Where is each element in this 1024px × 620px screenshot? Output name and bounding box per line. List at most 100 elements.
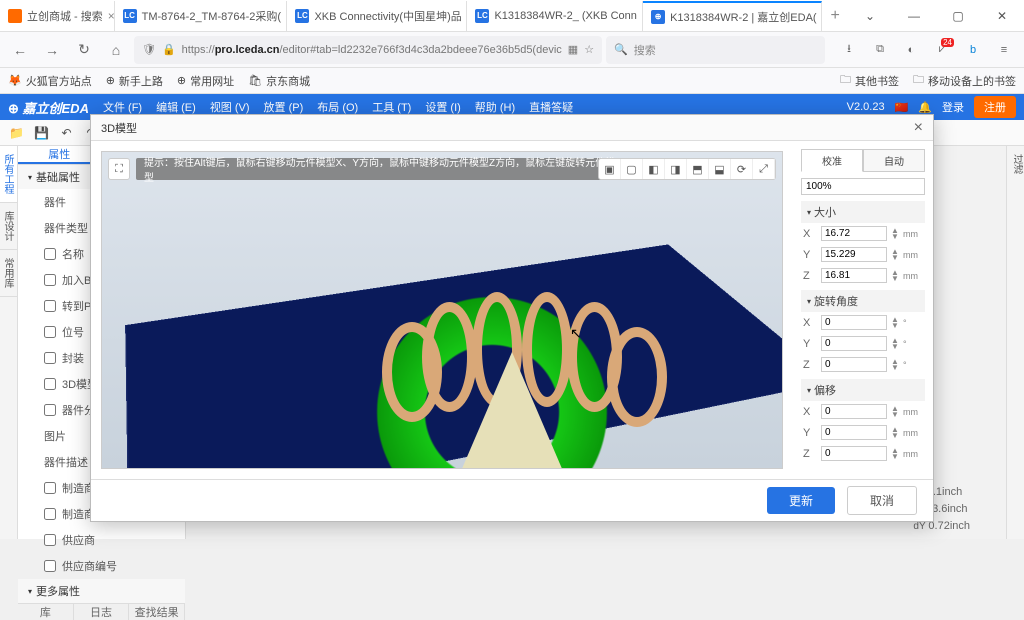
bottom-tab-find[interactable]: 查找结果 — [129, 604, 185, 620]
star-icon[interactable]: ☆ — [584, 43, 594, 56]
off-z-input[interactable] — [821, 446, 887, 461]
spinner-icon[interactable]: ▲▼ — [891, 249, 899, 261]
tab-calibrate[interactable]: 校准 — [801, 149, 863, 172]
update-button[interactable]: 更新 — [767, 487, 835, 514]
chevron-down-icon[interactable]: ⌄ — [848, 0, 892, 32]
group-rotation[interactable]: 旋转角度 — [801, 290, 925, 312]
group-offset[interactable]: 偏移 — [801, 379, 925, 401]
account-icon[interactable]: ◐ — [897, 36, 925, 64]
checkbox[interactable] — [44, 378, 56, 390]
menu-tools[interactable]: 工具 (T) — [372, 99, 411, 115]
search-input[interactable]: 🔍 搜索 — [606, 36, 825, 64]
bing-icon[interactable]: b — [959, 36, 987, 64]
checkbox[interactable] — [44, 326, 56, 338]
size-y-input[interactable] — [821, 247, 887, 262]
tool-undo[interactable]: ↶ — [56, 122, 78, 144]
cancel-button[interactable]: 取消 — [847, 486, 917, 515]
spinner-icon[interactable]: ▲▼ — [891, 406, 899, 418]
version-label: V2.0.23 — [847, 101, 885, 113]
checkbox[interactable] — [44, 482, 56, 494]
reload-button[interactable]: ↻ — [70, 36, 98, 64]
rot-x-input[interactable] — [821, 315, 887, 330]
menu-settings[interactable]: 设置 (I) — [425, 99, 460, 115]
size-x-input[interactable] — [821, 226, 887, 241]
prop-row[interactable]: 供应商编号 — [18, 553, 185, 579]
minimize-button[interactable]: — — [892, 0, 936, 32]
register-button[interactable]: 注册 — [974, 96, 1016, 118]
off-y-input[interactable] — [821, 425, 887, 440]
checkbox[interactable] — [44, 404, 56, 416]
home-button[interactable]: ⌂ — [102, 36, 130, 64]
checkbox[interactable] — [44, 534, 56, 546]
vtab-filter[interactable]: 过滤 — [1007, 146, 1024, 182]
menu-live[interactable]: 直播答疑 — [529, 99, 573, 115]
vtab-projects[interactable]: 所有工程 — [0, 146, 17, 203]
forward-button[interactable]: → — [38, 36, 66, 64]
maximize-button[interactable]: ▢ — [936, 0, 980, 32]
group-size[interactable]: 大小 — [801, 201, 925, 223]
spinner-icon[interactable]: ▲▼ — [891, 338, 899, 350]
bookmark-item[interactable]: 🛍京东商城 — [248, 73, 310, 89]
checkbox[interactable] — [44, 248, 56, 260]
spinner-icon[interactable]: ▲▼ — [891, 270, 899, 282]
tool-save[interactable]: 💾 — [31, 122, 53, 144]
menu-edit[interactable]: 编辑 (E) — [156, 99, 196, 115]
close-icon[interactable]: × — [914, 119, 923, 137]
download-icon[interactable]: ⭳ — [835, 36, 863, 64]
checkbox[interactable] — [44, 560, 56, 572]
spinner-icon[interactable]: ▲▼ — [891, 317, 899, 329]
close-button[interactable]: ✕ — [980, 0, 1024, 32]
checkbox[interactable] — [44, 274, 56, 286]
menu-place[interactable]: 放置 (P) — [264, 99, 304, 115]
tab-auto[interactable]: 自动 — [863, 149, 925, 172]
checkbox[interactable] — [44, 300, 56, 312]
menu-help[interactable]: 帮助 (H) — [475, 99, 515, 115]
bottom-tab-log[interactable]: 日志 — [74, 604, 130, 620]
browser-tab-active[interactable]: ⊕K1318384WR-2 | 嘉立创EDA(× — [643, 1, 822, 31]
rot-y-input[interactable] — [821, 336, 887, 351]
app-logo[interactable]: 嘉立创EDA — [8, 98, 89, 117]
panel-tab-attrs[interactable]: 属性 — [18, 146, 102, 164]
library-icon[interactable]: ⧉ — [866, 36, 894, 64]
menu-file[interactable]: 文件 (F) — [103, 99, 142, 115]
login-link[interactable]: 登录 — [942, 99, 964, 115]
tool-open[interactable]: 📁 — [6, 122, 28, 144]
pocket-icon[interactable]: ⩗24 — [928, 36, 956, 64]
off-x-input[interactable] — [821, 404, 887, 419]
dialog-header[interactable]: 3D模型 × — [91, 115, 933, 141]
vtab-common[interactable]: 常用库 — [0, 250, 17, 297]
section-header[interactable]: 更多属性 — [18, 579, 185, 603]
bell-icon[interactable]: 🔔 — [918, 101, 932, 114]
checkbox[interactable] — [44, 508, 56, 520]
menu-view[interactable]: 视图 (V) — [210, 99, 250, 115]
spinner-icon[interactable]: ▲▼ — [891, 427, 899, 439]
bookmark-folder[interactable]: 🗀其他书签 — [840, 71, 899, 90]
menu-icon[interactable]: ≡ — [990, 36, 1018, 64]
spinner-icon[interactable]: ▲▼ — [891, 359, 899, 371]
bottom-tab-lib[interactable]: 库 — [18, 604, 74, 620]
browser-tab[interactable]: LCTM-8764-2_TM-8764-2采购(× — [115, 1, 288, 31]
vtab-library[interactable]: 库设计 — [0, 203, 17, 250]
back-button[interactable]: ← — [6, 36, 34, 64]
browser-tab[interactable]: LCXKB Connectivity(中国星坤)品× — [287, 1, 467, 31]
url-input[interactable]: 🛡 🔒 https://pro.lceda.cn/editor#tab=ld22… — [134, 36, 602, 64]
browser-tab[interactable]: 立创商城 - 搜索× — [0, 1, 115, 31]
flag-icon[interactable]: 🇨🇳 — [895, 101, 909, 114]
new-tab-button[interactable]: + — [822, 7, 848, 25]
spinner-icon[interactable]: ▲▼ — [891, 448, 899, 460]
close-icon[interactable]: × — [108, 9, 115, 23]
rot-z-input[interactable] — [821, 357, 887, 372]
3d-viewport[interactable]: ⛶ 提示：按住Alt键后，鼠标右键移动元件模型X、Y方向，鼠标中键移动元件模型Z… — [101, 151, 783, 469]
prop-row[interactable]: 供应商 — [18, 527, 185, 553]
bookmark-folder[interactable]: 🗀移动设备上的书签 — [913, 71, 1016, 90]
spinner-icon[interactable]: ▲▼ — [891, 228, 899, 240]
checkbox[interactable] — [44, 352, 56, 364]
bookmark-item[interactable]: 🦊火狐官方站点 — [8, 73, 92, 89]
bookmark-item[interactable]: ⊕常用网址 — [177, 73, 234, 89]
menu-layout[interactable]: 布局 (O) — [317, 99, 358, 115]
reader-icon[interactable]: ▦ — [568, 43, 578, 56]
browser-tab[interactable]: LCK1318384WR-2_ (XKB Conn× — [467, 1, 643, 31]
bookmark-item[interactable]: ⊕新手上路 — [106, 73, 163, 89]
scale-input[interactable] — [801, 178, 925, 195]
size-z-input[interactable] — [821, 268, 887, 283]
